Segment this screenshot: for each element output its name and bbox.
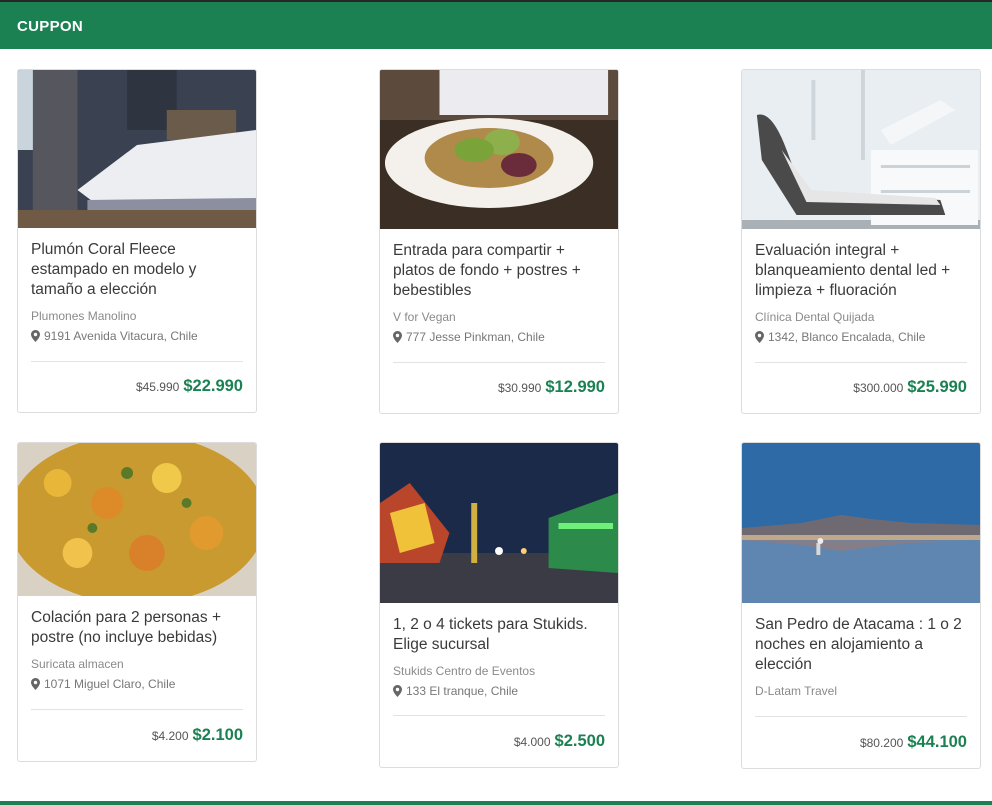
deal-address: 9191 Avenida Vitacura, Chile xyxy=(31,328,243,344)
deal-address-text: 133 El tranque, Chile xyxy=(406,684,519,698)
deal-prices: $300.000 $25.990 xyxy=(853,378,967,397)
deal-address: 777 Jesse Pinkman, Chile xyxy=(393,329,605,345)
new-price: $2.100 xyxy=(192,726,243,744)
deal-vendor: D-Latam Travel xyxy=(755,684,838,698)
deal-title[interactable]: 1, 2 o 4 tickets para Stukids. Elige suc… xyxy=(393,615,605,655)
deal-prices: $45.990 $22.990 xyxy=(136,377,243,396)
divider xyxy=(31,361,243,362)
deal-title[interactable]: Entrada para compartir + platos de fondo… xyxy=(393,241,605,301)
old-price: $80.200 xyxy=(859,736,904,750)
deal-card[interactable]: San Pedro de Atacama : 1 o 2 noches en a… xyxy=(741,442,981,769)
deal-vendor: Stukids Centro de Eventos xyxy=(393,664,536,678)
deal-card[interactable]: Plumón Coral Fleece estampado en modelo … xyxy=(17,69,257,413)
deal-prices: $80.200 $44.100 xyxy=(860,733,967,752)
map-pin-icon xyxy=(393,331,402,343)
new-price: $25.990 xyxy=(907,378,967,396)
deal-vendor: Clínica Dental Quijada xyxy=(755,310,875,324)
deal-vendor: Suricata almacen xyxy=(31,657,124,671)
deal-card[interactable]: Entrada para compartir + platos de fondo… xyxy=(379,69,619,414)
deal-card[interactable]: Colación para 2 personas + postre (no in… xyxy=(17,442,257,762)
salad-plate-photo xyxy=(380,70,618,229)
deal-vendor: Plumones Manolino xyxy=(31,309,137,323)
new-price: $12.990 xyxy=(545,378,605,396)
divider xyxy=(393,715,605,716)
deal-address-text: 9191 Avenida Vitacura, Chile xyxy=(44,329,198,343)
amusement-park-photo xyxy=(380,443,618,603)
deal-vendor: V for Vegan xyxy=(393,310,456,324)
food-dish-photo xyxy=(18,443,256,596)
deal-address: 1071 Miguel Claro, Chile xyxy=(31,676,243,692)
deal-title[interactable]: Colación para 2 personas + postre (no in… xyxy=(31,608,243,648)
map-pin-icon xyxy=(755,331,764,343)
divider xyxy=(31,709,243,710)
bedroom-photo xyxy=(18,70,256,228)
divider xyxy=(755,716,967,717)
footer-bar xyxy=(0,801,992,805)
deal-card[interactable]: 1, 2 o 4 tickets para Stukids. Elige suc… xyxy=(379,442,619,768)
map-pin-icon xyxy=(31,678,40,690)
old-price: $4.000 xyxy=(513,735,551,749)
top-navbar: CUPPON xyxy=(0,0,992,49)
divider xyxy=(755,362,967,363)
old-price: $30.990 xyxy=(497,381,542,395)
deal-address-text: 1342, Blanco Encalada, Chile xyxy=(768,330,926,344)
map-pin-icon xyxy=(31,330,40,342)
deal-address-text: 777 Jesse Pinkman, Chile xyxy=(406,330,545,344)
deal-title[interactable]: Evaluación integral + blanqueamiento den… xyxy=(755,241,967,301)
old-price: $300.000 xyxy=(853,381,904,395)
deal-prices: $30.990 $12.990 xyxy=(498,378,605,397)
old-price: $4.200 xyxy=(151,729,189,743)
dental-chair-photo xyxy=(742,70,980,229)
deal-address: 133 El tranque, Chile xyxy=(393,683,605,699)
deal-prices: $4.000 $2.500 xyxy=(514,732,605,751)
deal-card[interactable]: Evaluación integral + blanqueamiento den… xyxy=(741,69,981,414)
divider xyxy=(393,362,605,363)
new-price: $44.100 xyxy=(907,733,967,751)
brand-logo[interactable]: CUPPON xyxy=(17,18,83,35)
old-price: $45.990 xyxy=(135,380,180,394)
new-price: $22.990 xyxy=(183,377,243,395)
deal-title[interactable]: Plumón Coral Fleece estampado en modelo … xyxy=(31,240,243,300)
deal-address: 1342, Blanco Encalada, Chile xyxy=(755,329,967,345)
deal-title[interactable]: San Pedro de Atacama : 1 o 2 noches en a… xyxy=(755,615,967,675)
map-pin-icon xyxy=(393,685,402,697)
atacama-lake-photo xyxy=(742,443,980,603)
new-price: $2.500 xyxy=(554,732,605,750)
deal-address-text: 1071 Miguel Claro, Chile xyxy=(44,677,176,691)
deal-prices: $4.200 $2.100 xyxy=(152,726,243,745)
